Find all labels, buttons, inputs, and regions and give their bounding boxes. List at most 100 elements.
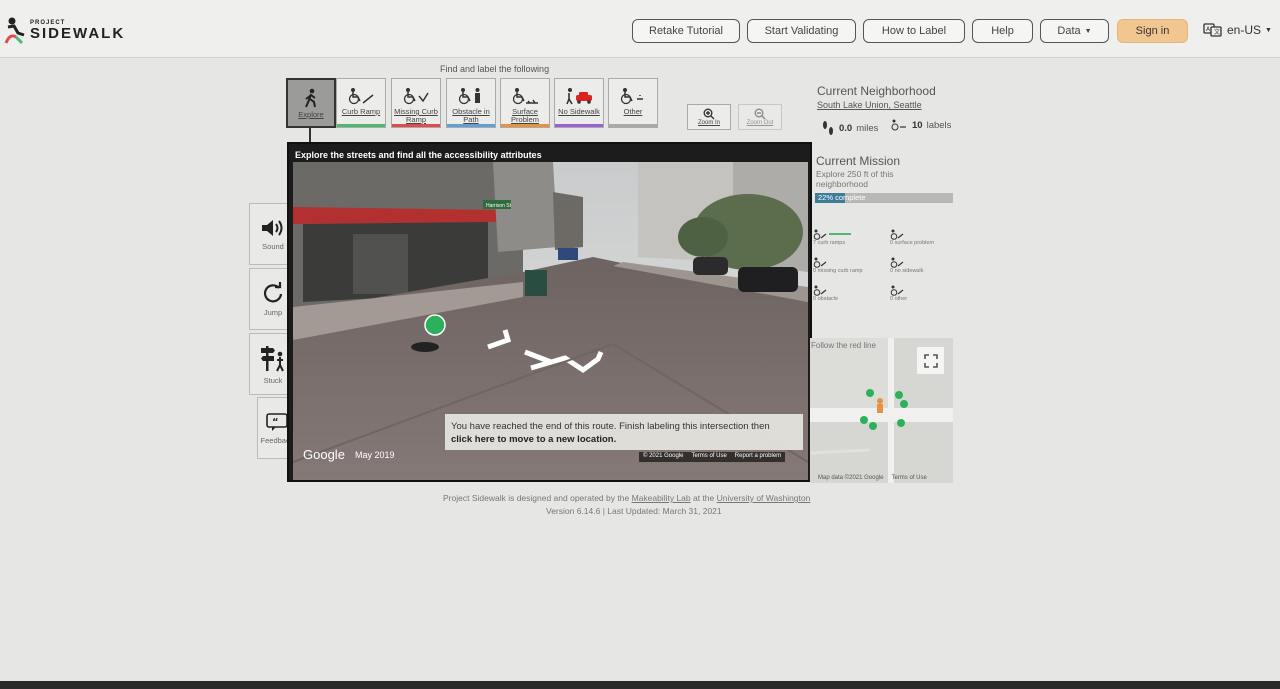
street-view-panel: Explore the streets and find all the acc… bbox=[287, 142, 812, 482]
label-count-text: 0 obstacle bbox=[813, 296, 839, 302]
street-view-credits: © 2021 Google Terms of Use Report a prob… bbox=[639, 452, 786, 462]
sound-label: Sound bbox=[262, 241, 284, 251]
tool-color-bar bbox=[555, 124, 603, 127]
labels-unit: labels bbox=[926, 119, 952, 131]
refresh-icon bbox=[263, 281, 283, 302]
label-count-item: 7 curb ramps bbox=[813, 228, 851, 246]
fullscreen-button[interactable] bbox=[917, 347, 944, 374]
label-count-text: 0 no sidewalk bbox=[890, 268, 924, 274]
version-info: Version 6.14.6 | Last Updated: March 31,… bbox=[546, 506, 722, 516]
magnifier-plus-icon bbox=[703, 108, 715, 120]
wheelchair-icon bbox=[891, 119, 906, 131]
label-count-text: 7 curb ramps bbox=[813, 240, 846, 246]
map-data-credit: Map data ©2021 Google bbox=[818, 475, 884, 481]
help-button[interactable]: Help bbox=[972, 19, 1033, 43]
label-count-item: 0 surface problem bbox=[890, 228, 934, 246]
svg-text:A: A bbox=[1206, 26, 1211, 33]
logo-big-text: SIDEWALK bbox=[30, 24, 126, 42]
tool-label: Other bbox=[623, 107, 643, 116]
tool-curb-ramp[interactable]: Curb Ramp bbox=[336, 78, 386, 128]
tool-label: Obstacle in Path bbox=[452, 107, 490, 124]
end-of-route-message[interactable]: You have reached the end of this route. … bbox=[445, 414, 803, 450]
retake-tutorial-button[interactable]: Retake Tutorial bbox=[632, 19, 740, 43]
new-location-link[interactable]: click here to move to a new location. bbox=[451, 434, 616, 445]
mission-heading: Current Mission bbox=[816, 154, 901, 168]
start-validating-button[interactable]: Start Validating bbox=[747, 19, 856, 43]
top-navbar: PROJECT SIDEWALK Retake Tutorial Start V… bbox=[0, 0, 1280, 58]
terms-of-use-link[interactable]: Terms of Use bbox=[691, 453, 726, 461]
zoom-in-button[interactable]: Zoom In bbox=[687, 104, 731, 130]
fullscreen-icon bbox=[923, 353, 938, 368]
tool-missing-curb-ramp[interactable]: Missing Curb Ramp bbox=[391, 78, 441, 128]
report-problem-link[interactable]: Report a problem bbox=[735, 453, 781, 461]
missing-curb-ramp-icon bbox=[403, 88, 429, 105]
tool-explore[interactable]: Explore bbox=[286, 78, 336, 128]
language-icon: A 文 bbox=[1203, 23, 1222, 37]
speaker-icon bbox=[262, 219, 283, 236]
obstacle-icon bbox=[813, 284, 838, 296]
zoom-out-label: Zoom Out bbox=[746, 120, 774, 126]
obstacle-icon bbox=[458, 88, 480, 105]
label-count-text: 0 other bbox=[890, 296, 908, 302]
university-link[interactable]: University of Washington bbox=[717, 493, 811, 503]
no-sidewalk-icon bbox=[566, 88, 592, 105]
zoom-out-button[interactable]: Zoom Out bbox=[738, 104, 782, 130]
language-selector[interactable]: A 文 en-US ▼ bbox=[1203, 22, 1272, 38]
walking-person-icon bbox=[305, 88, 316, 108]
tool-no-sidewalk[interactable]: No Sidewalk bbox=[554, 78, 604, 128]
surface-problem-icon bbox=[512, 88, 538, 105]
data-dropdown-button[interactable]: Data ▼ bbox=[1040, 19, 1109, 43]
tool-label: Missing Curb Ramp bbox=[394, 107, 438, 124]
street-view-title: Explore the streets and find all the acc… bbox=[295, 150, 542, 160]
label-count-item: 0 other bbox=[890, 284, 907, 302]
footer-credit: Project Sidewalk is designed and operate… bbox=[443, 493, 810, 503]
neighborhood-heading: Current Neighborhood bbox=[817, 84, 936, 98]
svg-text:文: 文 bbox=[1214, 28, 1220, 36]
tool-label: No Sidewalk bbox=[558, 107, 600, 116]
mission-progress-text: 22% complete bbox=[818, 193, 866, 202]
how-to-label-button[interactable]: How to Label bbox=[863, 19, 965, 43]
footer-prefix: Project Sidewalk is designed and operate… bbox=[443, 493, 630, 503]
jump-label: Jump bbox=[263, 307, 283, 317]
signpost-person-icon bbox=[261, 345, 284, 371]
quote-bubble-icon: “ bbox=[266, 412, 288, 431]
svg-text:“: “ bbox=[272, 417, 279, 428]
tool-obstacle[interactable]: Obstacle in Path bbox=[446, 78, 496, 128]
labels-stat: 10 labels bbox=[890, 119, 951, 131]
mission-description: Explore 250 ft of this neighborhood bbox=[816, 169, 894, 189]
distance-stat: 0.0 miles bbox=[821, 119, 878, 137]
project-sidewalk-logo[interactable]: PROJECT SIDEWALK bbox=[4, 14, 125, 46]
footer-middle: at the bbox=[693, 493, 715, 503]
magnifier-minus-icon bbox=[754, 108, 766, 120]
sidewalk-logo-icon bbox=[4, 15, 26, 45]
labels-value: 10 bbox=[912, 119, 923, 131]
tool-color-bar bbox=[337, 124, 385, 127]
label-count-text: 0 missing curb ramp bbox=[813, 268, 863, 274]
distance-value: 0.0 bbox=[839, 122, 853, 134]
curb-ramp-label-marker bbox=[424, 314, 446, 336]
copyright-text: © 2021 Google bbox=[643, 453, 684, 459]
caret-down-icon: ▼ bbox=[1084, 27, 1092, 35]
tool-surface-problem[interactable]: Surface Problem bbox=[500, 78, 550, 128]
street-sign-label: Harrison St bbox=[486, 203, 512, 209]
curb-ramp-icon bbox=[348, 88, 374, 105]
tool-color-bar bbox=[447, 124, 495, 127]
tool-color-bar bbox=[501, 124, 549, 127]
caret-down-icon: ▼ bbox=[1265, 26, 1272, 34]
tool-label: Curb Ramp bbox=[341, 107, 381, 116]
map-terms-link[interactable]: Terms of Use bbox=[891, 475, 926, 481]
surface-problem-icon bbox=[890, 228, 934, 240]
zoom-in-label: Zoom In bbox=[697, 120, 720, 126]
tool-color-bar bbox=[609, 124, 657, 127]
label-count-text: 0 surface problem bbox=[890, 240, 935, 246]
explore-pointer bbox=[309, 128, 311, 142]
minimap-instruction: Follow the red line bbox=[811, 341, 876, 350]
google-watermark: Google bbox=[303, 447, 345, 462]
sign-in-button[interactable]: Sign in bbox=[1117, 19, 1188, 43]
label-count-item: 0 no sidewalk bbox=[890, 256, 923, 274]
other-icon bbox=[620, 88, 643, 105]
tool-other[interactable]: Other bbox=[608, 78, 658, 128]
neighborhood-name-link[interactable]: South Lake Union, Seattle bbox=[817, 100, 922, 110]
distance-unit: miles bbox=[856, 122, 879, 134]
makeability-lab-link[interactable]: Makeability Lab bbox=[632, 493, 691, 503]
